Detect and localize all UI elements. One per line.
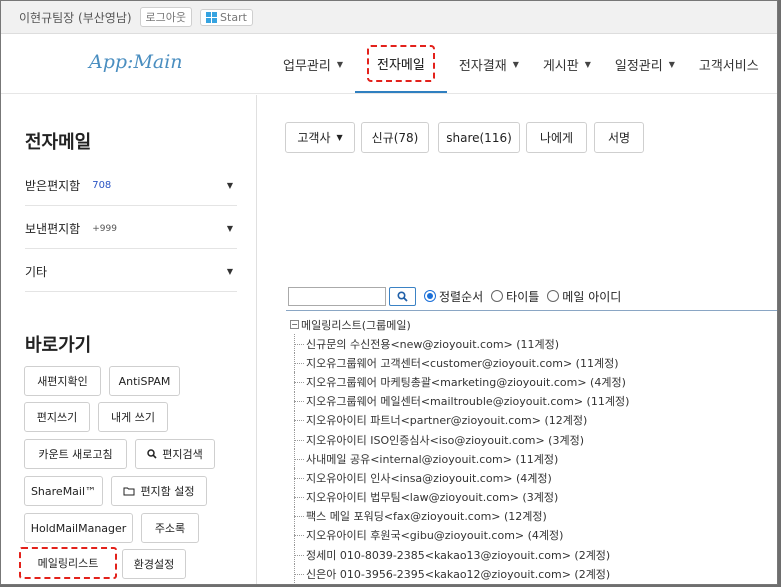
sidebar: 전자메일 받은편지함 708 ▼ 보낸편지함 +999 ▼ 기타 ▼ 바로가기 … bbox=[1, 95, 257, 584]
tree-item[interactable]: 지오유그룹웨어 마케팅총괄<marketing@zioyouit.com> (4… bbox=[290, 372, 629, 392]
nav-item-email[interactable]: 전자메일 bbox=[355, 35, 447, 93]
search-icon bbox=[397, 290, 408, 302]
title-radio[interactable]: 타이틀 bbox=[491, 288, 539, 305]
nav-item-schedule[interactable]: 일정관리 ▼ bbox=[603, 35, 687, 93]
sharemail-button[interactable]: ShareMail™ bbox=[24, 476, 103, 506]
button-label: 편지검색 bbox=[162, 448, 203, 461]
nav-item-approval[interactable]: 전자결재 ▼ bbox=[447, 35, 531, 93]
tree-item[interactable]: 정세미 010-8039-2385<kakao13@zioyouit.com> … bbox=[290, 545, 629, 565]
nav-item-board[interactable]: 게시판 ▼ bbox=[531, 35, 603, 93]
customer-dropdown[interactable]: 고객사 ▼ bbox=[285, 122, 355, 153]
divider bbox=[286, 310, 777, 311]
app-logo[interactable]: App:Main bbox=[89, 51, 183, 73]
caret-down-icon: ▼ bbox=[584, 59, 591, 69]
tree-item[interactable]: 신은아 010-3956-2395<kakao12@zioyouit.com> … bbox=[290, 564, 629, 584]
tree-item[interactable]: 지오유그룹웨어 고객센터<customer@zioyouit.com> (11계… bbox=[290, 353, 629, 373]
write-to-self-button[interactable]: 내게 쓰기 bbox=[98, 402, 168, 432]
caret-down-icon[interactable]: ▼ bbox=[227, 181, 233, 190]
tree-item[interactable]: 팩스 메일 포워딩<fax@zioyouit.com> (12계정) bbox=[290, 506, 629, 527]
nav-label: 일정관리 bbox=[614, 58, 663, 74]
header: App:Main 업무관리 ▼ 전자메일 전자결재 ▼ 게시판 ▼ 일정관리 ▼ bbox=[1, 35, 777, 94]
user-name: 이현규팀장 (부산영남) bbox=[19, 10, 132, 25]
tree-root[interactable]: − 메일링리스트(그룹메일) bbox=[290, 315, 629, 334]
mail-search-button[interactable]: 편지검색 bbox=[135, 439, 215, 469]
start-label: Start bbox=[220, 10, 247, 24]
tree-item[interactable]: 지오유그룹웨어 메일센터<mailtrouble@zioyouit.com> (… bbox=[290, 391, 629, 411]
folder-label: 기타 bbox=[25, 265, 48, 279]
radio-checked-icon bbox=[424, 290, 436, 302]
collapse-icon[interactable]: − bbox=[290, 320, 299, 329]
check-new-mail-button[interactable]: 새편지확인 bbox=[24, 366, 101, 396]
radio-unchecked-icon bbox=[547, 290, 560, 302]
button-label: 편지함 설정 bbox=[140, 485, 195, 498]
radio-label: 타이틀 bbox=[506, 289, 540, 304]
share-mail-button[interactable]: share(116) bbox=[438, 122, 520, 153]
windows-icon bbox=[206, 11, 218, 23]
shortcuts-title: 바로가기 bbox=[25, 335, 92, 356]
folder-label: 보낸편지함 bbox=[25, 222, 81, 236]
sort-order-radio[interactable]: 정렬순서 bbox=[424, 288, 483, 305]
mail-id-radio[interactable]: 메일 아이디 bbox=[547, 288, 621, 305]
caret-down-icon: ▼ bbox=[668, 59, 675, 69]
to-me-button[interactable]: 나에게 bbox=[526, 122, 587, 153]
address-book-button[interactable]: 주소록 bbox=[141, 513, 199, 543]
search-button[interactable] bbox=[389, 286, 416, 306]
nav-label: 업무관리 bbox=[283, 58, 331, 74]
folder-label: 받은편지함 bbox=[25, 179, 81, 193]
tree-item[interactable]: 지오유아이티 ISO인증심사<iso@zioyouit.com> (3계정) bbox=[290, 429, 629, 450]
radio-label: 정렬순서 bbox=[439, 289, 484, 304]
tree-root-label: 메일링리스트(그룹메일) bbox=[301, 318, 411, 332]
nav-label: 고객서비스 bbox=[698, 58, 759, 74]
tree-item[interactable]: 사내메일 공유<internal@zioyouit.com> (11계정) bbox=[290, 449, 629, 469]
tree-item[interactable]: 지오유아이티 인사<insa@zioyouit.com> (4계정) bbox=[290, 468, 629, 488]
nav-label: 전자결재 bbox=[458, 58, 507, 74]
compose-button[interactable]: 편지쓰기 bbox=[24, 402, 90, 432]
search-input[interactable] bbox=[288, 286, 386, 306]
radio-label: 메일 아이디 bbox=[562, 289, 622, 304]
sidebar-item-sent[interactable]: 보낸편지함 +999 ▼ bbox=[25, 209, 237, 249]
caret-down-icon: ▼ bbox=[336, 133, 343, 142]
tree-item[interactable]: 지오유아이티 후원국<gibu@zioyouit.com> (4계정) bbox=[290, 525, 629, 546]
refresh-count-button[interactable]: 카운트 새로고침 bbox=[24, 439, 127, 469]
main-nav: 업무관리 ▼ 전자메일 전자결재 ▼ 게시판 ▼ 일정관리 ▼ 고객서비스 bbox=[271, 35, 771, 93]
unread-count: 708 bbox=[92, 180, 112, 191]
nav-label: 게시판 bbox=[542, 58, 579, 74]
start-button[interactable]: Start bbox=[200, 8, 253, 26]
logout-button[interactable]: 로그아웃 bbox=[139, 7, 193, 27]
sidebar-item-other[interactable]: 기타 ▼ bbox=[25, 252, 237, 292]
folder-icon bbox=[123, 487, 135, 496]
nav-item-work[interactable]: 업무관리 ▼ bbox=[271, 35, 355, 93]
tree-item[interactable]: 신규문의 수신전용<new@zioyouit.com> (11계정) bbox=[290, 334, 629, 354]
sidebar-title: 전자메일 bbox=[25, 132, 92, 153]
browser-frame: 이현규팀장 (부산영남) 로그아웃 Start App:Main 업무관리 ▼ … bbox=[0, 0, 778, 585]
signature-button[interactable]: 서명 bbox=[594, 122, 644, 153]
nav-item-customer-service[interactable]: 고객서비스 bbox=[687, 35, 771, 93]
mailbox-settings-button[interactable]: 편지함 설정 bbox=[111, 476, 207, 506]
sent-count: +999 bbox=[92, 223, 117, 234]
antispam-button[interactable]: AntiSPAM bbox=[109, 366, 180, 396]
holdmailmanager-button[interactable]: HoldMailManager bbox=[24, 513, 133, 543]
sidebar-item-inbox[interactable]: 받은편지함 708 ▼ bbox=[25, 166, 237, 206]
tree-item[interactable]: 지오유아이티 파트너<partner@zioyouit.com> (12계정) bbox=[290, 410, 629, 431]
mailing-list-button[interactable]: 메일링리스트 bbox=[19, 547, 117, 579]
nav-label: 전자메일 bbox=[367, 44, 435, 82]
caret-down-icon: ▼ bbox=[336, 59, 343, 69]
search-row: 정렬순서 타이틀 메일 아이디 bbox=[288, 285, 621, 307]
user-bar: 이현규팀장 (부산영남) 로그아웃 Start bbox=[1, 1, 777, 34]
radio-unchecked-icon bbox=[491, 290, 504, 302]
mailing-list-tree: − 메일링리스트(그룹메일) 신규문의 수신전용<new@zioyouit.co… bbox=[290, 315, 629, 584]
caret-down-icon[interactable]: ▼ bbox=[227, 224, 233, 233]
preferences-button[interactable]: 환경설정 bbox=[122, 549, 186, 579]
search-icon bbox=[147, 449, 157, 459]
main-content: 고객사 ▼ 신규(78) share(116) 나에게 서명 정렬순서 타이틀 … bbox=[258, 95, 777, 584]
new-mail-button[interactable]: 신규(78) bbox=[361, 122, 429, 153]
button-label: 고객사 bbox=[297, 131, 331, 145]
tree-item[interactable]: 지오유아이티 법무팀<law@zioyouit.com> (3계정) bbox=[290, 487, 629, 507]
caret-down-icon: ▼ bbox=[512, 59, 519, 69]
caret-down-icon[interactable]: ▼ bbox=[227, 267, 233, 276]
